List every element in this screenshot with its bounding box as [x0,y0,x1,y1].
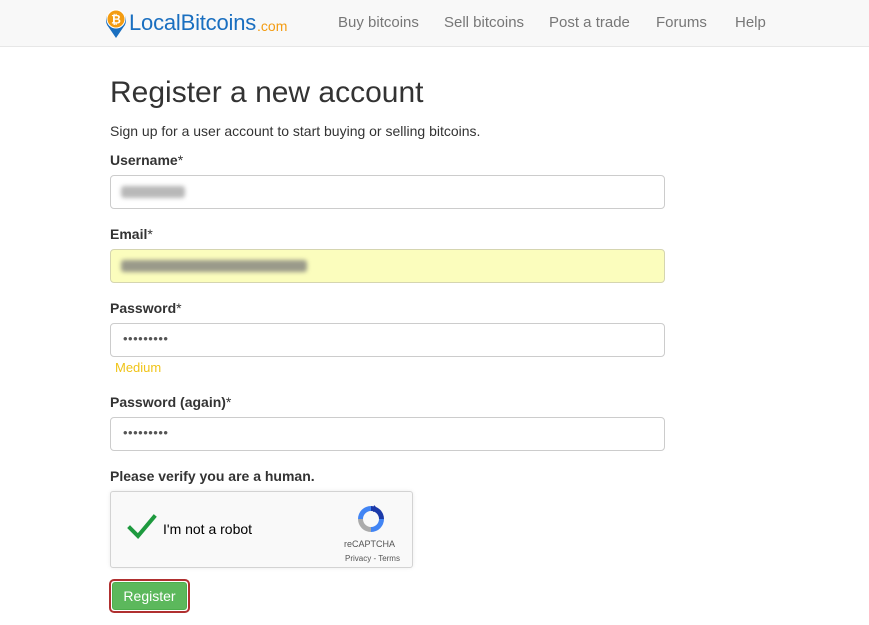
password-input[interactable]: ••••••••• [110,323,665,357]
brand-tld: .com [257,17,288,34]
register-button[interactable]: Register [112,582,187,610]
nav-forums[interactable]: Forums [656,14,707,31]
password-again-label: Password (again)* [110,394,232,410]
nav-buy-bitcoins[interactable]: Buy bitcoins [338,14,419,31]
redacted-text [121,260,307,272]
password-again-mask: ••••••••• [123,425,169,440]
brand-name: LocalBitcoins [129,10,257,35]
top-navbar: ₿ LocalBitcoins .com Buy bitcoins Sell b… [0,0,869,47]
password-label: Password* [110,300,182,316]
register-button-focus-ring: Register [109,579,190,613]
captcha-prompt: Please verify you are a human. [110,468,315,484]
nav-help[interactable]: Help [735,14,766,31]
captcha-checkbox-label: I'm not a robot [163,521,253,537]
checkmark-icon[interactable] [127,512,157,542]
password-strength: Medium [115,360,162,375]
recaptcha-widget: I'm not a robot reCAPTCHA Privacy - Term… [110,491,413,568]
password-mask: ••••••••• [123,331,169,346]
username-input[interactable] [110,175,665,209]
email-label: Email* [110,226,153,242]
page-subtitle: Sign up for a user account to start buyi… [110,123,481,139]
page-title: Register a new account [110,76,424,109]
redacted-text [121,186,185,198]
nav-post-a-trade[interactable]: Post a trade [549,14,630,31]
recaptcha-links[interactable]: Privacy - Terms [345,554,400,563]
nav-sell-bitcoins[interactable]: Sell bitcoins [444,14,524,31]
bitcoin-pin-icon: ₿ [106,9,126,39]
svg-text:₿: ₿ [111,13,121,27]
password-again-input[interactable]: ••••••••• [110,417,665,451]
recaptcha-brand: reCAPTCHA [344,539,396,549]
brand-logo[interactable]: ₿ LocalBitcoins .com [104,7,287,39]
email-input[interactable] [110,249,665,283]
username-label: Username* [110,152,184,168]
recaptcha-logo-icon [358,505,384,532]
